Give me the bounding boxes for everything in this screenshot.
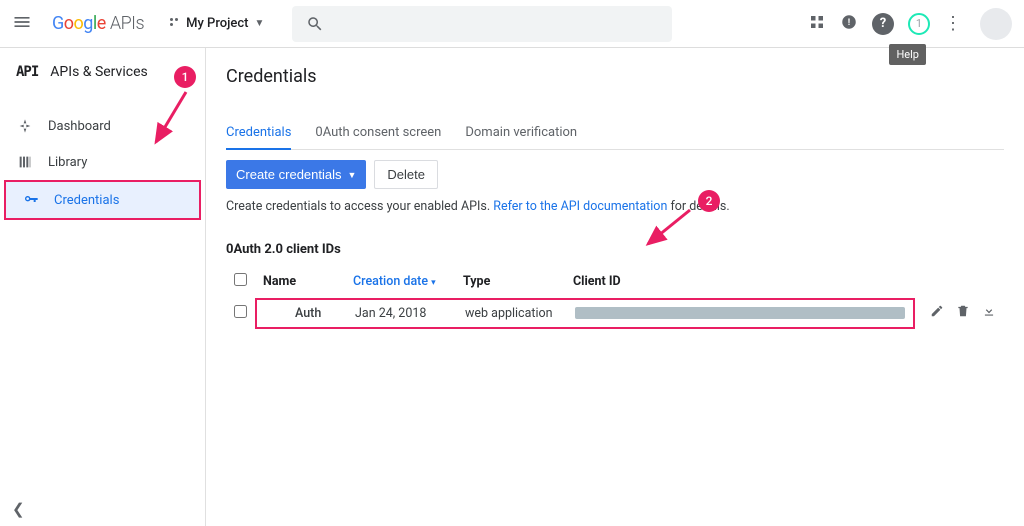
hamburger-menu-icon[interactable] — [12, 12, 36, 36]
row-checkbox[interactable] — [234, 305, 247, 318]
sidebar-item-label: Dashboard — [48, 119, 111, 134]
cell-type: web application — [465, 306, 575, 321]
header-right-actions: ! ? 1 ⋮ — [808, 8, 1012, 40]
avatar[interactable] — [980, 8, 1012, 40]
download-icon[interactable] — [982, 304, 996, 322]
project-name: My Project — [186, 16, 248, 31]
col-name: Name — [255, 267, 345, 296]
edit-icon[interactable] — [930, 304, 944, 322]
chevron-down-icon: ▼ — [348, 170, 357, 180]
notifications-icon[interactable]: ! — [840, 13, 858, 35]
search-icon — [306, 15, 324, 33]
sort-desc-icon: ▾ — [431, 278, 436, 288]
library-icon — [16, 154, 34, 170]
more-vert-icon[interactable]: ⋮ — [944, 13, 962, 34]
annotation-badge-1: 1 — [174, 66, 196, 88]
tab-credentials[interactable]: Credentials — [226, 117, 291, 150]
project-selector[interactable]: My Project ▼ — [160, 16, 264, 31]
create-credentials-button[interactable]: Create credentials ▼ — [226, 160, 366, 189]
annotation-arrow-1 — [146, 86, 196, 156]
key-icon — [22, 192, 40, 208]
google-logo: Google APIs — [52, 13, 144, 34]
annotation-badge-2: 2 — [698, 190, 720, 212]
top-header: Google APIs My Project ▼ ! ? 1 ⋮ — [0, 0, 1024, 48]
sidebar-item-label: Credentials — [54, 193, 119, 208]
help-tooltip: Help — [889, 44, 926, 65]
chevron-down-icon: ▼ — [255, 18, 265, 29]
project-dots-icon — [168, 16, 180, 31]
search-input[interactable] — [292, 6, 672, 42]
dashboard-icon — [16, 118, 34, 134]
collapse-sidebar-button[interactable]: ❮ — [12, 500, 25, 518]
tabs: Credentials 0Auth consent screen Domain … — [226, 117, 1004, 150]
col-created-sort[interactable]: Creation date ▾ — [345, 267, 455, 296]
cell-created: Jan 24, 2018 — [355, 306, 465, 321]
main-content: Credentials Credentials 0Auth consent sc… — [206, 48, 1024, 526]
gift-icon[interactable] — [808, 13, 826, 35]
sidebar-item-label: Library — [48, 155, 87, 170]
select-all-checkbox[interactable] — [234, 273, 247, 286]
tab-oauth-consent[interactable]: 0Auth consent screen — [315, 117, 441, 149]
api-logo-icon: API — [16, 64, 38, 80]
col-client-id: Client ID — [565, 267, 915, 296]
tab-domain-verification[interactable]: Domain verification — [465, 117, 577, 149]
account-badge[interactable]: 1 — [908, 13, 930, 35]
delete-button[interactable]: Delete — [374, 160, 438, 189]
oauth-client-table: Name Creation date ▾ Type Client ID Auth… — [226, 267, 1004, 330]
sidebar-item-credentials[interactable]: Credentials — [4, 180, 201, 220]
sidebar-title: APIs & Services — [50, 64, 147, 80]
cell-client-id — [575, 306, 905, 321]
action-row: Create credentials ▼ Delete — [226, 160, 1004, 189]
col-type: Type — [455, 267, 565, 296]
svg-text:!: ! — [848, 18, 850, 28]
annotation-arrow-2 — [640, 204, 700, 254]
help-icon[interactable]: ? — [872, 13, 894, 35]
table-row[interactable]: Auth Jan 24, 2018 web application — [226, 296, 1004, 330]
cell-name: Auth — [265, 306, 355, 321]
oauth-section-title: 0Auth 2.0 client IDs — [226, 242, 1004, 257]
hint-text: Create credentials to access your enable… — [226, 199, 1004, 214]
delete-icon[interactable] — [956, 304, 970, 322]
page-title: Credentials — [226, 66, 1004, 87]
